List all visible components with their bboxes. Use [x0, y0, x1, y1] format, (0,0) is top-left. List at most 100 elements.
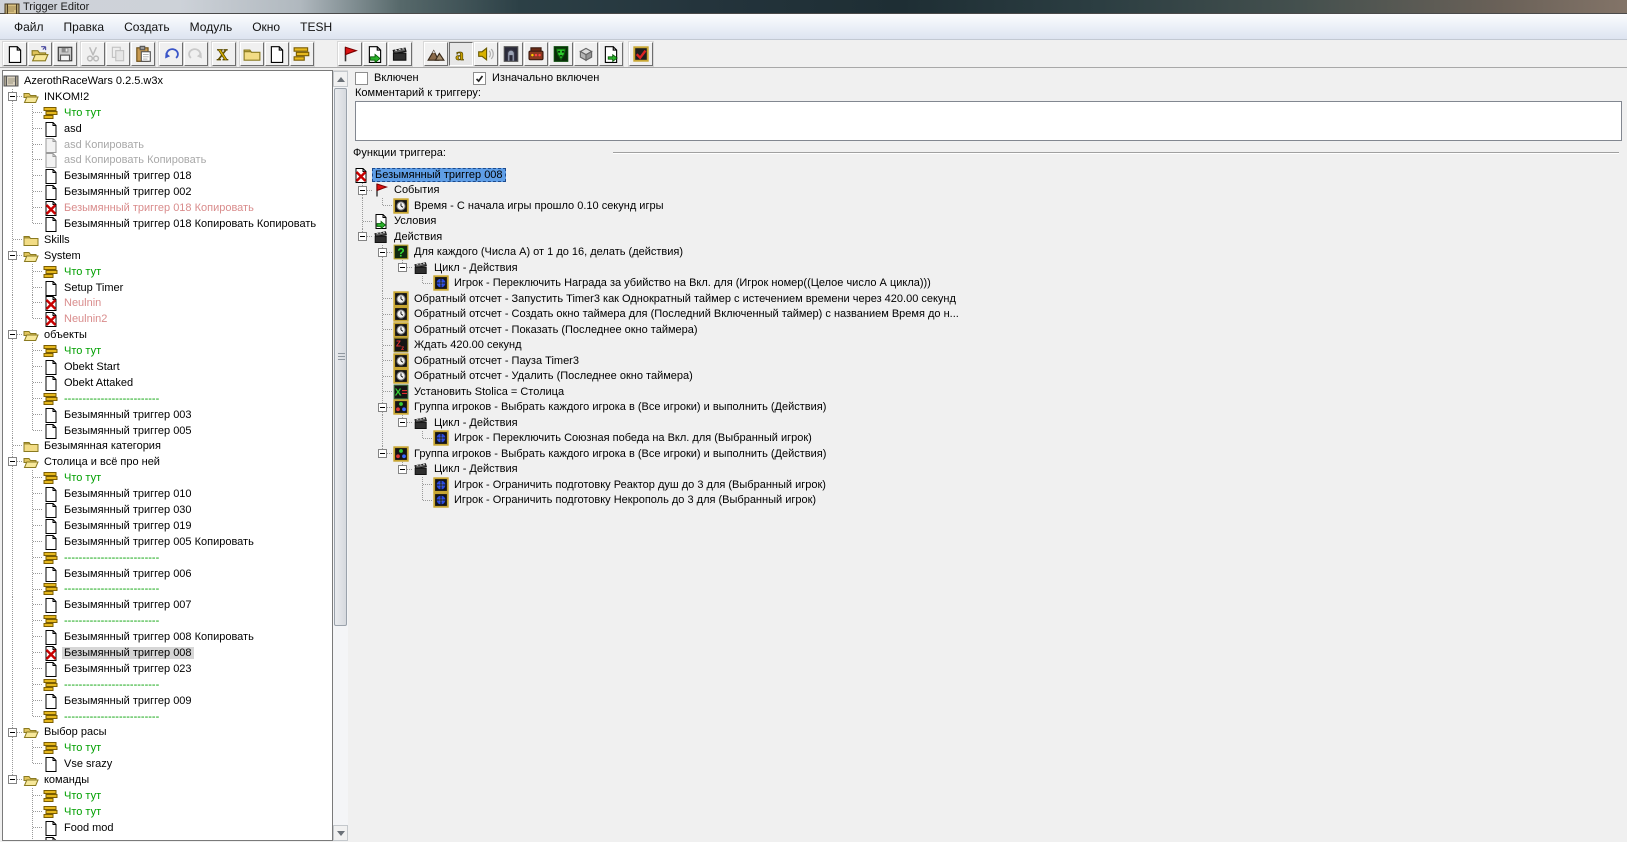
tree-item[interactable]: asd	[3, 120, 332, 137]
scrollbar-thumb[interactable]	[334, 88, 347, 626]
trigger-editor-button[interactable]: a	[449, 42, 473, 66]
tree-item[interactable]: Группа игроков - Выбрать каждого игрока …	[353, 399, 1623, 415]
tree-item[interactable]	[3, 835, 332, 840]
tree-item[interactable]: Neulnin2	[3, 311, 332, 328]
tree-item[interactable]: --------------------------	[3, 676, 332, 693]
menu-item-модуль[interactable]: Модуль	[180, 16, 243, 38]
tree-item[interactable]: Безымянный триггер 003	[3, 406, 332, 423]
tree-item[interactable]: Безымянный триггер 005 Копировать	[3, 533, 332, 550]
functions-tree[interactable]: Безымянный триггер 008 События Время - С н…	[353, 167, 1623, 838]
tree-item[interactable]: Что тут	[3, 740, 332, 757]
redo-button[interactable]	[184, 42, 208, 66]
tree-item[interactable]: Выбор расы	[3, 724, 332, 741]
tree-item[interactable]: Действия	[353, 229, 1623, 245]
tree-item[interactable]: Безымянный триггер 008	[353, 167, 1623, 183]
expander-minus[interactable]	[378, 247, 387, 257]
tree-item[interactable]: Безымянный триггер 007	[3, 597, 332, 614]
tree-item[interactable]: Что тут	[3, 803, 332, 820]
expander-minus[interactable]	[398, 418, 407, 427]
terrain-editor-button[interactable]	[424, 42, 448, 66]
expander-minus[interactable]	[398, 464, 407, 474]
tree-item[interactable]: Что тут	[3, 343, 332, 360]
scrollbar-down-button[interactable]	[333, 825, 348, 841]
tree-item[interactable]: Обратный отсчет - Создать окно таймера д…	[353, 306, 1623, 322]
scrollbar-up-button[interactable]	[333, 71, 348, 87]
tree-item[interactable]: Столица и всё про ней	[3, 454, 332, 471]
object-manager-button[interactable]	[574, 42, 598, 66]
paste-button[interactable]	[131, 42, 155, 66]
tree-item[interactable]: Безымянный триггер 008	[3, 645, 332, 662]
comment-input[interactable]	[355, 101, 1622, 141]
new-event-button[interactable]	[338, 42, 362, 66]
menu-item-файл[interactable]: Файл	[4, 16, 54, 38]
tree-item[interactable]: Безымянный триггер 023	[3, 660, 332, 677]
menu-item-tesh[interactable]: TESH	[290, 16, 342, 38]
tree-item[interactable]: Цикл - Действия	[353, 260, 1623, 276]
tree-item[interactable]: Безымянный триггер 005	[3, 422, 332, 439]
menu-item-создать[interactable]: Создать	[114, 16, 180, 38]
tree-item[interactable]: --------------------------	[3, 581, 332, 598]
tree-item[interactable]: Безымянный триггер 009	[3, 692, 332, 709]
copy-button[interactable]	[106, 42, 130, 66]
tree-item[interactable]: Что тут	[3, 470, 332, 487]
tree-item[interactable]: Безымянный триггер 010	[3, 486, 332, 503]
menu-item-правка[interactable]: Правка	[54, 16, 115, 38]
tree-item[interactable]: Zz Ждать 420.00 секунд	[353, 337, 1623, 353]
tree-item[interactable]: Игрок - Переключить Союзная победа на Вк…	[353, 430, 1623, 446]
tree-item[interactable]: Безымянный триггер 019	[3, 517, 332, 534]
tree-item[interactable]: Цикл - Действия	[353, 461, 1623, 478]
expander-minus[interactable]	[8, 250, 17, 260]
delete-button[interactable]: X	[212, 42, 236, 66]
tree-item[interactable]: --------------------------	[3, 613, 332, 630]
tree-item[interactable]: Безымянный триггер 008 Копировать	[3, 629, 332, 646]
tree-item[interactable]: Группа игроков - Выбрать каждого игрока …	[353, 446, 1623, 462]
tree-item[interactable]: Игрок - Ограничить подготовку Некрополь …	[353, 492, 1623, 509]
tree-item[interactable]: Что тут	[3, 263, 332, 280]
expander-minus[interactable]	[8, 330, 17, 340]
tree-item[interactable]: Что тут	[3, 788, 332, 804]
tree-item[interactable]: Обратный отсчет - Запустить Timer3 как О…	[353, 291, 1623, 307]
tree-item[interactable]: Что тут	[3, 104, 332, 121]
tree-item[interactable]: Vse srazy	[3, 756, 332, 773]
tree-item[interactable]: Игрок - Ограничить подготовку Реактор ду…	[353, 477, 1623, 493]
campaign-editor-button[interactable]	[524, 42, 548, 66]
tree-item[interactable]: --------------------------	[3, 390, 332, 407]
tree-item[interactable]: Время - С начала игры прошло 0.10 секунд…	[353, 198, 1623, 214]
expander-minus[interactable]	[378, 449, 387, 458]
expander-minus[interactable]	[358, 232, 367, 241]
ai-editor-button[interactable]	[549, 42, 573, 66]
tree-item[interactable]: События	[353, 182, 1623, 198]
new-action-button[interactable]	[388, 42, 412, 66]
expander-minus[interactable]	[8, 91, 17, 101]
tree-item[interactable]: --------------------------	[3, 549, 332, 566]
tree-item[interactable]: Безымянный триггер 018	[3, 168, 332, 185]
undo-button[interactable]	[159, 42, 183, 66]
expander-minus[interactable]	[8, 457, 17, 467]
tree-item[interactable]: Условия	[353, 213, 1623, 230]
test-map-button[interactable]	[629, 42, 653, 66]
expander-minus[interactable]	[8, 775, 17, 785]
expander-minus[interactable]	[8, 727, 17, 737]
tree-item[interactable]: --------------------------	[3, 708, 332, 725]
new-trigger-button[interactable]	[265, 42, 289, 66]
expander-minus[interactable]	[398, 263, 407, 272]
tree-item[interactable]: команды	[3, 772, 332, 788]
enabled-checkbox[interactable]	[355, 71, 368, 85]
tree-item[interactable]: Setup Timer	[3, 279, 332, 296]
tree-item[interactable]: AzerothRaceWars 0.2.5.w3x	[3, 73, 332, 89]
tree-item[interactable]: Obekt Start	[3, 359, 332, 375]
sound-editor-button[interactable]	[474, 42, 498, 66]
tree-item[interactable]: asd Копировать	[3, 136, 332, 153]
trigger-tree[interactable]: AzerothRaceWars 0.2.5.w3x INKOM!2 Что тут a…	[2, 70, 333, 841]
initially-on-checkbox[interactable]	[473, 71, 486, 85]
tree-item[interactable]: Игрок - Переключить Награда за убийство …	[353, 275, 1623, 291]
tree-item[interactable]: ? Для каждого (Числа А) от 1 до 16, делат…	[353, 244, 1623, 260]
expander-minus[interactable]	[378, 402, 387, 412]
tree-item[interactable]: Безымянный триггер 002	[3, 184, 332, 201]
expander-minus[interactable]	[358, 185, 367, 195]
tree-item[interactable]: Obekt Attaked	[3, 374, 332, 391]
tree-item[interactable]: INKOM!2	[3, 88, 332, 105]
cut-button[interactable]	[81, 42, 105, 66]
tree-item[interactable]: Цикл - Действия	[353, 415, 1623, 431]
tree-item[interactable]: Обратный отсчет - Удалить (Последнее окн…	[353, 368, 1623, 384]
